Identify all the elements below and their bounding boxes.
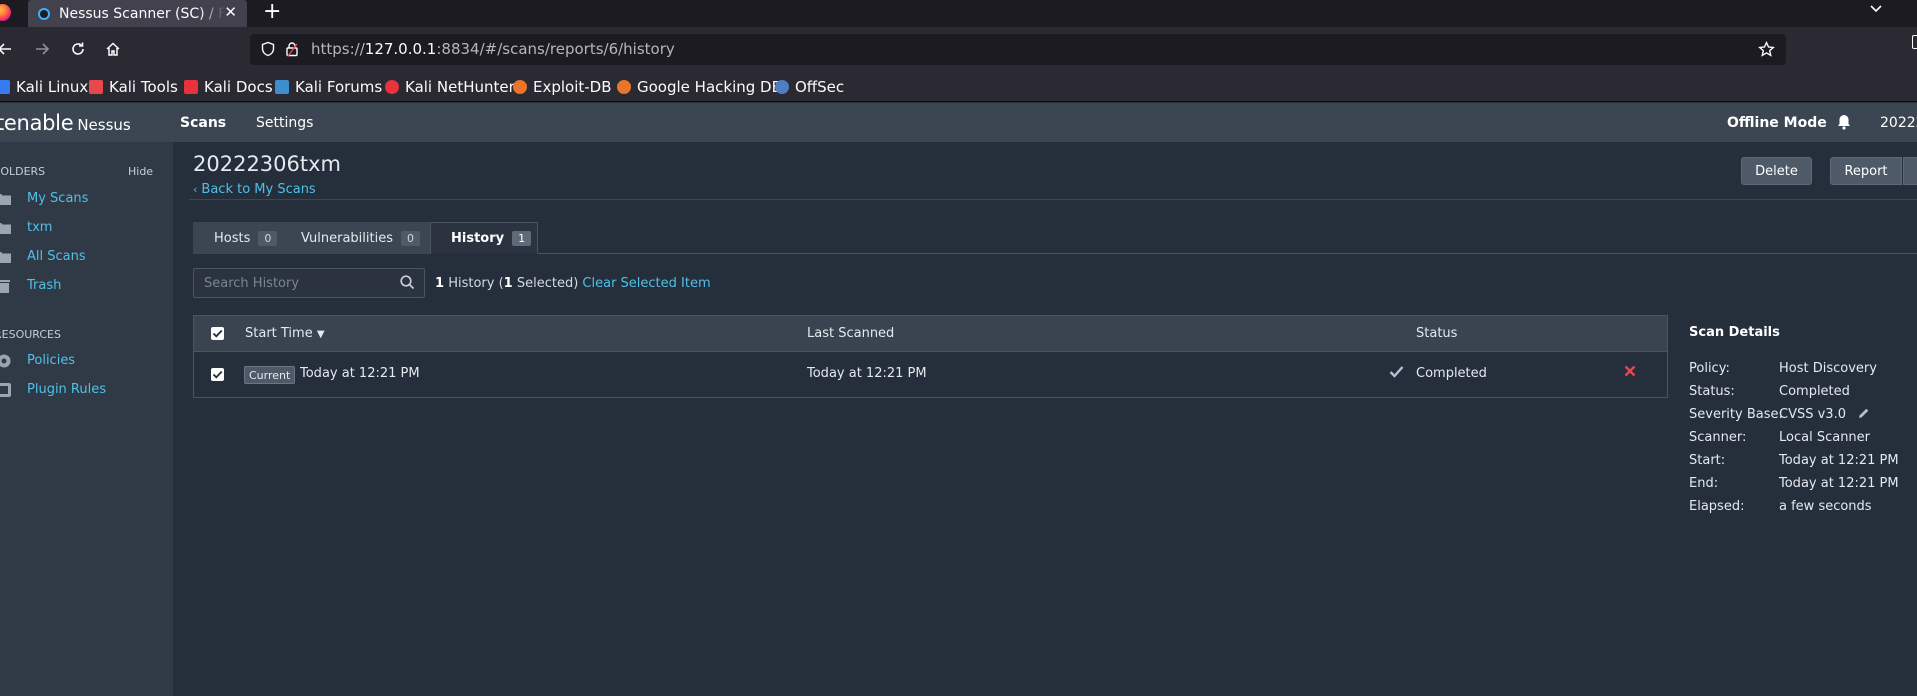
browser-tab-strip: Nessus Scanner (SC) / Folders / View Sca… [0, 0, 1917, 27]
new-tab-icon[interactable]: + [263, 0, 281, 24]
delete-row-icon[interactable] [1624, 365, 1636, 381]
header-divider [189, 199, 1917, 200]
tenable-nessus-logo[interactable]: tenable Nessus [0, 111, 131, 135]
sort-desc-icon: ▼ [316, 329, 325, 340]
tab-history[interactable]: History 1 [430, 222, 538, 254]
browser-navbar: https://127.0.0.1:8834/#/scans/reports/6… [0, 27, 1917, 72]
trash-icon [0, 279, 11, 293]
plugin-rules-icon [0, 382, 11, 397]
bookmark-kali-forums[interactable]: Kali Forums [275, 78, 382, 96]
url-text[interactable]: https://127.0.0.1:8834/#/scans/reports/6… [311, 40, 675, 58]
home-icon[interactable] [102, 38, 124, 60]
main-content: 20222306txm ‹ Back to My Scans Delete Rep… [173, 142, 1917, 696]
select-all-checkbox[interactable] [211, 327, 224, 340]
sidebar: FOLDERS Hide My Scans txm All Scans Tras… [0, 142, 173, 696]
search-icon[interactable] [400, 275, 415, 294]
bookmark-kali-tools[interactable]: Kali Tools [89, 78, 178, 96]
shield-icon[interactable] [260, 41, 276, 61]
selection-info: 1 History (1 Selected) Clear Selected It… [435, 276, 711, 291]
bell-icon[interactable] [1837, 114, 1851, 134]
bookmark-offsec[interactable]: OffSec [775, 78, 844, 96]
bookmark-google-hacking-db[interactable]: Google Hacking DB [617, 78, 782, 96]
extensions-icon[interactable] [1912, 35, 1917, 49]
folder-icon [0, 222, 11, 234]
ghdb-icon [617, 80, 631, 94]
kali-forums-icon [275, 80, 289, 94]
page-title: 20222306txm [193, 152, 342, 176]
tab-close-icon[interactable]: ✕ [224, 3, 237, 21]
current-badge: Current [244, 366, 296, 384]
firefox-menu-icon[interactable] [0, 4, 11, 21]
tab-hosts[interactable]: Hosts 0 [193, 222, 280, 254]
browser-tab-title: Nessus Scanner (SC) / Folders / View Sca… [59, 5, 225, 22]
kali-docs-icon [184, 80, 198, 94]
row-status: Completed [1416, 366, 1487, 381]
column-start-time[interactable]: Start Time ▼ [245, 326, 325, 341]
sidebar-item-plugin-rules[interactable]: Plugin Rules [0, 382, 106, 397]
kali-dragon-icon [0, 80, 10, 94]
sidebar-item-policies[interactable]: Policies [0, 353, 75, 368]
folder-icon [0, 193, 11, 205]
table-row[interactable]: Current Today at 12:21 PM Today at 12:21… [194, 351, 1667, 397]
clear-selected-link[interactable]: Clear Selected Item [582, 276, 710, 291]
edit-pencil-icon[interactable] [1857, 407, 1870, 424]
report-button[interactable]: Report [1830, 157, 1902, 185]
offline-mode-label: Offline Mode [1727, 115, 1827, 131]
browser-tab-active[interactable]: Nessus Scanner (SC) / Folders / View Sca… [28, 0, 247, 27]
folders-heading: FOLDERS [0, 165, 46, 178]
row-start-time: Today at 12:21 PM [300, 366, 420, 381]
sidebar-item-my-scans[interactable]: My Scans [0, 191, 88, 206]
exploit-db-icon [513, 80, 527, 94]
sidebar-item-all-scans[interactable]: All Scans [0, 249, 86, 264]
user-menu[interactable]: 20222306txm [1880, 115, 1917, 131]
table-header: Start Time ▼ Last Scanned Status [194, 316, 1667, 351]
history-table: Start Time ▼ Last Scanned Status Current… [193, 315, 1668, 398]
completed-check-icon [1389, 365, 1404, 382]
url-bar[interactable]: https://127.0.0.1:8834/#/scans/reports/6… [250, 34, 1786, 65]
report-dropdown-button[interactable] [1903, 157, 1917, 185]
search-history-box [193, 268, 425, 298]
row-last-scanned: Today at 12:21 PM [807, 366, 927, 381]
bookmark-kali-docs[interactable]: Kali Docs [184, 78, 273, 96]
back-to-my-scans-link[interactable]: ‹ Back to My Scans [193, 182, 316, 197]
lock-icon[interactable] [284, 41, 300, 61]
resources-heading: RESOURCES [0, 328, 61, 341]
bookmark-exploit-db[interactable]: Exploit-DB [513, 78, 612, 96]
nav-settings[interactable]: Settings [256, 115, 313, 131]
row-checkbox[interactable] [211, 368, 224, 381]
tab-vulnerabilities[interactable]: Vulnerabilities 0 [280, 222, 430, 254]
kali-tools-icon [89, 80, 103, 94]
policies-icon [0, 354, 11, 368]
sidebar-item-trash[interactable]: Trash [0, 278, 61, 293]
forward-arrow-icon[interactable] [31, 38, 53, 60]
sidebar-item-txm[interactable]: txm [0, 220, 52, 235]
bookmark-kali-linux[interactable]: Kali Linux [0, 78, 88, 96]
app-header: tenable Nessus Scans Settings Offline Mod… [0, 103, 1917, 142]
chevron-left-icon: ‹ [193, 183, 198, 196]
reload-icon[interactable] [67, 38, 89, 60]
back-arrow-icon[interactable] [0, 38, 16, 60]
nethunter-icon [385, 80, 399, 94]
folder-icon [0, 251, 11, 263]
column-last-scanned[interactable]: Last Scanned [807, 326, 894, 341]
nessus-favicon-icon [38, 7, 50, 20]
delete-button[interactable]: Delete [1741, 157, 1812, 185]
scan-details-title: Scan Details [1689, 325, 1780, 340]
hide-sidebar-link[interactable]: Hide [128, 165, 153, 178]
tab-list-chevron-icon[interactable] [1868, 0, 1884, 20]
bookmarks-bar: Kali Linux Kali Tools Kali Docs Kali For… [0, 72, 1917, 102]
search-history-input[interactable] [194, 269, 394, 297]
column-status[interactable]: Status [1416, 326, 1457, 341]
bookmark-star-icon[interactable] [1758, 40, 1775, 62]
nav-scans[interactable]: Scans [180, 115, 226, 131]
bookmark-kali-nethunter[interactable]: Kali NetHunter [385, 78, 515, 96]
offsec-icon [775, 80, 789, 94]
